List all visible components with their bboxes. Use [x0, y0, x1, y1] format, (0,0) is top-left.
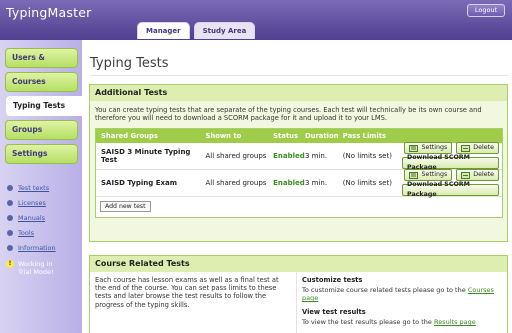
tab-study-area[interactable]: Study Area — [193, 22, 256, 39]
test-name: SAISD Typing Exam — [101, 178, 178, 187]
sidebar-link-licenses[interactable]: Licenses — [7, 195, 56, 210]
bullet-icon — [7, 244, 13, 251]
download-scorm-button[interactable]: Download SCORM Package — [402, 154, 499, 171]
course-related-tests-content: Each course has lesson exams as well as … — [90, 272, 507, 333]
pass-limits-value: (No limits set) — [342, 178, 392, 187]
duration-value: 3 min. — [304, 151, 328, 160]
trial-mode-notice: ! Working in Trial Mode! — [6, 260, 54, 276]
status-value: Enabled — [273, 151, 305, 160]
sidebar-item-typing-tests[interactable]: Typing Tests — [6, 96, 82, 116]
sidebar-item-groups[interactable]: Groups — [5, 120, 78, 140]
sidebar-link-information[interactable]: Information — [7, 240, 56, 255]
sidebar-link-test-texts[interactable]: Test texts — [7, 180, 56, 195]
row-actions: Settings Delete Download SCORM Package — [399, 142, 503, 171]
sidebar-item-settings[interactable]: Settings — [5, 144, 78, 164]
bullet-icon — [7, 184, 13, 191]
download-scorm-button[interactable]: Download SCORM Package — [402, 181, 499, 198]
results-page-link[interactable]: Results page — [434, 318, 476, 326]
column-pass-limits: Pass Limits — [342, 131, 386, 140]
top-bar: TypingMaster Logout Manager Study Area — [0, 0, 512, 40]
test-name: SAISD 3 Minute Typing Test — [101, 147, 191, 164]
sidebar-links: Test texts Licenses Manuals Tools Inform… — [7, 180, 56, 255]
title-divider — [90, 75, 508, 76]
shown-to-value: All shared groups — [205, 151, 267, 160]
trial-mode-text: Working in Trial Mode! — [18, 260, 54, 276]
shown-to-value: All shared groups — [205, 178, 267, 187]
main-tabs: Manager Study Area — [137, 22, 256, 39]
sidebar: Users & Results Courses Typing Tests Gro… — [0, 40, 82, 333]
app-brand: TypingMaster — [6, 5, 92, 20]
customize-tests-text: To customize course related tests please… — [302, 286, 494, 302]
settings-icon — [409, 144, 419, 152]
warning-icon: ! — [6, 260, 14, 268]
sidebar-link-tools[interactable]: Tools — [7, 225, 56, 240]
delete-icon — [461, 144, 471, 152]
table-row: SAISD Typing Exam All shared groups Enab… — [96, 169, 503, 198]
bullet-icon — [7, 229, 13, 236]
additional-tests-body: You can create typing tests that are sep… — [90, 101, 507, 222]
view-results-title: View test results — [302, 308, 366, 316]
view-results-text: To view the test results please go to th… — [302, 318, 476, 326]
column-shown-to: Shown to — [205, 131, 242, 140]
column-duration: Duration — [304, 131, 339, 140]
add-new-test-button[interactable]: Add new test — [100, 201, 151, 213]
course-related-tests-title: Course Related Tests — [90, 256, 507, 272]
additional-tests-title: Additional Tests — [90, 85, 507, 101]
table-row: SAISD 3 Minute Typing Test All shared gr… — [96, 142, 503, 171]
pass-limits-value: (No limits set) — [342, 151, 392, 160]
column-shared-groups: Shared Groups — [101, 131, 158, 140]
course-related-tests-panel: Course Related Tests Each course has les… — [89, 255, 508, 333]
logout-button[interactable]: Logout — [467, 4, 505, 17]
main-content: Typing Tests Additional Tests You can cr… — [82, 40, 512, 333]
bullet-icon — [7, 214, 13, 221]
course-related-tests-description: Each course has lesson exams as well as … — [90, 272, 298, 333]
sidebar-item-users-results[interactable]: Users & Results — [5, 48, 78, 80]
settings-icon — [409, 171, 419, 179]
column-status: Status — [273, 131, 298, 140]
sidebar-link-manuals[interactable]: Manuals — [7, 210, 56, 225]
bullet-icon — [7, 199, 13, 206]
page-title: Typing Tests — [90, 56, 169, 71]
delete-icon — [461, 171, 471, 179]
customize-tests-title: Customize tests — [302, 276, 363, 284]
duration-value: 3 min. — [304, 178, 328, 187]
row-actions: Settings Delete Download SCORM Package — [399, 169, 503, 198]
tests-table: Shared Groups Shown to Status Duration P… — [95, 127, 503, 218]
status-value: Enabled — [273, 178, 305, 187]
course-related-links: Customize tests To customize course rela… — [297, 272, 507, 333]
additional-tests-description: You can create typing tests that are sep… — [95, 106, 482, 123]
sidebar-item-courses[interactable]: Courses — [5, 72, 78, 92]
additional-tests-panel: Additional Tests You can create typing t… — [89, 84, 508, 242]
tests-table-header: Shared Groups Shown to Status Duration P… — [96, 128, 502, 143]
tab-manager[interactable]: Manager — [137, 22, 190, 39]
